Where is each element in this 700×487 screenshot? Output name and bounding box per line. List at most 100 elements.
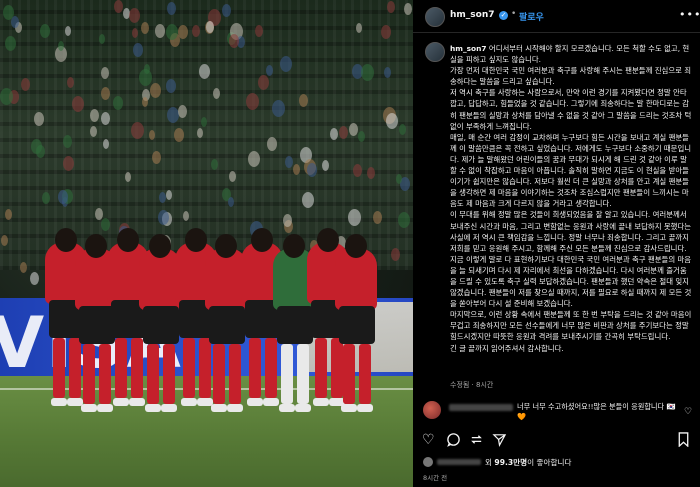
repost-arrows-icon — [471, 435, 482, 444]
player-head — [149, 234, 171, 258]
player-sock — [115, 338, 127, 398]
crowd-spectator — [246, 93, 259, 110]
crowd-spectator — [358, 131, 365, 142]
share-icon[interactable] — [492, 432, 507, 451]
follow-button[interactable]: 팔로우 — [519, 10, 544, 23]
caption-paragraph-7: 긴 글 끝까지 읽어주셔서 감사합니다. — [450, 343, 564, 353]
team-huddle — [45, 222, 377, 412]
crowd-spectator — [258, 75, 269, 90]
liker-name-blurred — [437, 459, 481, 465]
player-boot — [263, 398, 279, 406]
player-head — [185, 228, 207, 252]
crowd-spectator — [114, 0, 123, 13]
crowd-spectator — [40, 24, 50, 38]
player-shorts — [339, 306, 375, 344]
crowd-spectator — [307, 163, 317, 177]
caption-paragraph-0: hm_son7 어디서부터 시작해야 할지 모르겠습니다. 모든 척할 수도 없… — [450, 43, 693, 65]
paper-plane-icon — [492, 434, 507, 447]
crowd-spectator — [150, 83, 161, 98]
crowd-spectator — [339, 126, 348, 139]
crowd-spectator — [90, 126, 97, 137]
separator-dot: • — [511, 9, 517, 19]
likes-count[interactable]: 외 99.3만명이 좋아합니다 — [485, 457, 571, 468]
post-panel: hm_son7 ✓ • 팔로우 ••• hm_son7 어디서부터 시작해야 할… — [413, 0, 700, 487]
crowd-spectator — [63, 135, 72, 148]
player-sock — [83, 344, 95, 404]
comment-like-heart-icon[interactable]: ♡ — [684, 407, 692, 417]
crowd-spectator — [5, 209, 12, 220]
commenter-name-blurred — [449, 404, 513, 411]
player-sock — [315, 338, 327, 398]
likes-number: 99.3만명 — [494, 458, 528, 467]
crowd-spectator — [356, 23, 362, 33]
crowd-spectator — [174, 128, 184, 142]
crowd-spectator — [159, 192, 166, 203]
crowd-spectator — [222, 4, 231, 17]
caption-paragraph-2: 저 역시 축구를 사랑하는 사람으로서, 만약 이런 경기를 지켜봤다면 정말 … — [450, 88, 692, 131]
crowd-spectator — [139, 69, 152, 86]
comment-text: 너무 너무 수고하셨어요!!많은 분들이 응원합니다 🇰🇷🧡 — [517, 402, 676, 421]
crowd-spectator — [211, 159, 218, 170]
liker-avatar[interactable] — [423, 457, 433, 467]
crowd-spectator — [229, 34, 239, 48]
player-sock — [249, 338, 261, 398]
post-photo: VISA — [0, 0, 413, 487]
player-boot — [145, 404, 161, 412]
player-shorts — [143, 306, 179, 344]
player-sock — [297, 344, 309, 404]
crowd-spectator — [63, 156, 74, 171]
crowd-spectator — [133, 43, 143, 57]
like-heart-icon[interactable]: ♡ — [422, 432, 435, 448]
crowd-spectator — [381, 25, 391, 39]
crowd-spectator — [90, 109, 99, 122]
bookmark-icon[interactable] — [677, 432, 690, 451]
more-options-icon[interactable]: ••• — [679, 8, 700, 21]
repost-icon[interactable] — [469, 432, 484, 451]
crowd-spectator — [367, 167, 375, 179]
crowd-spectator — [125, 172, 131, 182]
player-boot — [129, 398, 145, 406]
save-bookmark-icon — [678, 432, 689, 448]
crowd-spectator — [349, 123, 358, 136]
player-boot — [313, 398, 329, 406]
crowd-spectator — [280, 56, 292, 72]
crowd-spectator — [101, 112, 110, 125]
crowd-spectator — [152, 151, 161, 164]
caption-avatar[interactable] — [425, 42, 445, 62]
author-username[interactable]: hm_son7 — [450, 10, 495, 20]
player-boot — [161, 404, 177, 412]
crowd-spectator — [399, 124, 406, 135]
likes-prefix: 외 — [485, 458, 495, 467]
crowd-spectator — [72, 96, 84, 112]
player-sock — [99, 344, 111, 404]
player-boot — [341, 404, 357, 412]
crowd-spectator — [299, 94, 308, 107]
player-sock — [199, 338, 211, 398]
crowd-spectator — [267, 137, 277, 151]
crowd-spectator — [155, 24, 165, 38]
player-boot — [51, 398, 67, 406]
comment-icon[interactable] — [446, 432, 461, 451]
crowd-spectator — [166, 79, 176, 93]
caption-paragraph-6: 마지막으로, 이런 상황 속에서 팬분들께 또 한 번 부탁을 드리는 것 같아… — [450, 310, 692, 342]
crowd-spectator — [272, 100, 285, 117]
crowd-spectator — [192, 25, 200, 37]
crowd-spectator — [36, 145, 45, 158]
crowd-spectator — [95, 208, 103, 220]
player-head — [317, 228, 339, 252]
verified-badge-icon: ✓ — [499, 11, 508, 20]
crowd-spectator — [398, 212, 410, 228]
crowd-spectator — [178, 105, 187, 118]
commenter-avatar[interactable] — [423, 401, 441, 419]
author-avatar[interactable] — [425, 7, 445, 27]
crowd-spectator — [293, 164, 300, 175]
player-head — [117, 228, 139, 252]
player-sock — [343, 344, 355, 404]
crowd-spectator — [373, 211, 382, 224]
caption-username[interactable]: hm_son7 — [450, 44, 487, 53]
caption-paragraph-4: 이 무대를 위해 정말 많은 것들이 희생되었음을 잘 알고 있습니다. 여러분… — [450, 210, 692, 253]
crowd-spectator — [404, 3, 412, 15]
crowd-spectator — [285, 156, 293, 168]
crowd-spectator — [1, 235, 8, 246]
post-header: hm_son7 ✓ • 팔로우 ••• — [413, 0, 700, 33]
